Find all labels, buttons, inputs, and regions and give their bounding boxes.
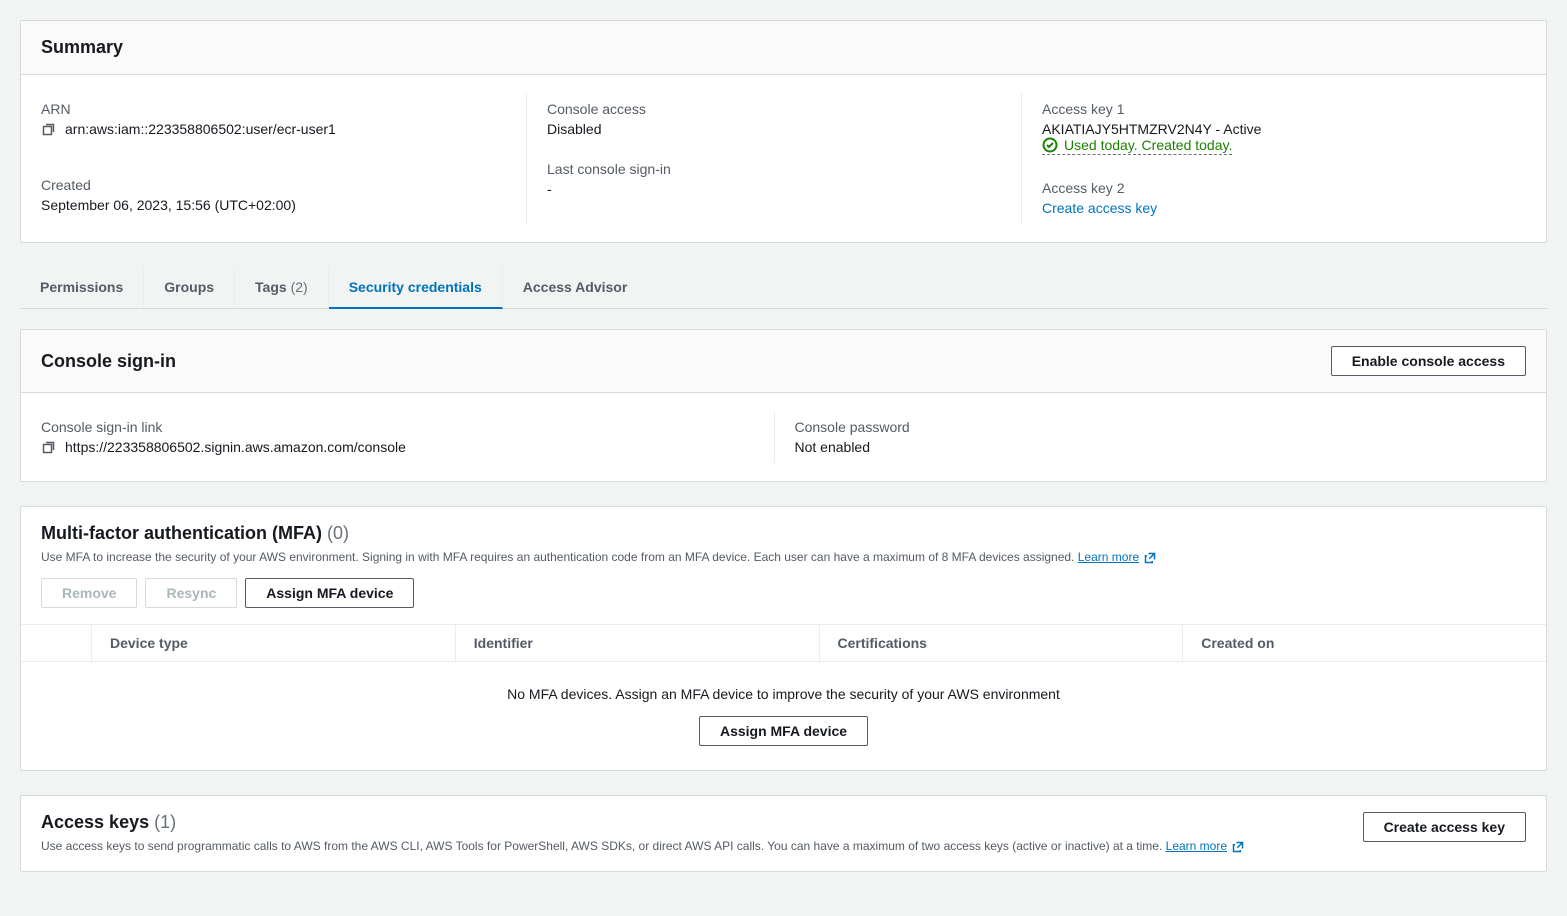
access-keys-learn-more-link[interactable]: Learn more xyxy=(1166,839,1245,853)
access-keys-count: (1) xyxy=(154,812,176,832)
external-link-icon xyxy=(1232,841,1244,853)
summary-title: Summary xyxy=(41,37,123,58)
tab-tags-count: (2) xyxy=(291,279,308,295)
mfa-learn-more-link[interactable]: Learn more xyxy=(1078,550,1157,564)
th-created-on[interactable]: Created on xyxy=(1182,625,1546,661)
last-signin-value: - xyxy=(547,181,1031,197)
th-identifier[interactable]: Identifier xyxy=(455,625,819,661)
access-keys-desc: Use access keys to send programmatic cal… xyxy=(41,837,1244,855)
th-checkbox xyxy=(21,625,91,661)
access-key1-label: Access key 1 xyxy=(1042,101,1526,117)
create-access-key-link[interactable]: Create access key xyxy=(1042,200,1157,216)
access-keys-learn-more-text: Learn more xyxy=(1166,839,1227,853)
tab-advisor[interactable]: Access Advisor xyxy=(503,267,648,308)
tabs: Permissions Groups Tags (2) Security cre… xyxy=(20,267,1547,309)
copy-icon[interactable] xyxy=(41,121,57,137)
last-signin-label: Last console sign-in xyxy=(547,161,1031,177)
created-label: Created xyxy=(41,177,536,193)
access-key2-label: Access key 2 xyxy=(1042,180,1526,196)
access-keys-title: Access keys (1) xyxy=(41,812,1244,833)
access-key1-status-text: Used today. Created today. xyxy=(1064,137,1232,153)
assign-mfa-button[interactable]: Assign MFA device xyxy=(245,578,414,608)
create-access-key-button[interactable]: Create access key xyxy=(1363,812,1526,842)
mfa-desc: Use MFA to increase the security of your… xyxy=(41,548,1526,566)
mfa-table-header: Device type Identifier Certifications Cr… xyxy=(21,624,1546,662)
tab-permissions[interactable]: Permissions xyxy=(20,267,144,308)
resync-button: Resync xyxy=(145,578,237,608)
arn-label: ARN xyxy=(41,101,536,117)
console-password-label: Console password xyxy=(795,419,1527,435)
console-password-value: Not enabled xyxy=(795,439,1527,455)
mfa-empty-msg: No MFA devices. Assign an MFA device to … xyxy=(45,686,1522,702)
signin-link-label: Console sign-in link xyxy=(41,419,784,435)
summary-body: ARN arn:aws:iam::223358806502:user/ecr-u… xyxy=(21,75,1546,242)
th-device-type[interactable]: Device type xyxy=(91,625,455,661)
remove-button: Remove xyxy=(41,578,137,608)
assign-mfa-button-empty[interactable]: Assign MFA device xyxy=(699,716,868,746)
check-circle-icon xyxy=(1042,137,1058,153)
tab-groups[interactable]: Groups xyxy=(144,267,235,308)
mfa-title: Multi-factor authentication (MFA) (0) xyxy=(41,523,1526,544)
access-key1-value: AKIATIAJY5HTMZRV2N4Y - Active xyxy=(1042,121,1526,137)
mfa-empty: No MFA devices. Assign an MFA device to … xyxy=(21,662,1546,770)
console-access-label: Console access xyxy=(547,101,1031,117)
copy-icon[interactable] xyxy=(41,439,57,455)
access-keys-title-text: Access keys xyxy=(41,812,149,832)
external-link-icon xyxy=(1144,552,1156,564)
signin-link-value: https://223358806502.signin.aws.amazon.c… xyxy=(65,439,406,455)
access-keys-desc-text: Use access keys to send programmatic cal… xyxy=(41,839,1162,853)
arn-value: arn:aws:iam::223358806502:user/ecr-user1 xyxy=(65,121,336,137)
created-value: September 06, 2023, 15:56 (UTC+02:00) xyxy=(41,197,536,213)
mfa-panel: Multi-factor authentication (MFA) (0) Us… xyxy=(20,506,1547,771)
access-key1-status: Used today. Created today. xyxy=(1042,137,1232,155)
mfa-count: (0) xyxy=(327,523,349,543)
summary-header: Summary xyxy=(21,21,1546,75)
console-signin-panel: Console sign-in Enable console access Co… xyxy=(20,329,1547,482)
mfa-desc-text: Use MFA to increase the security of your… xyxy=(41,550,1074,564)
mfa-title-text: Multi-factor authentication (MFA) xyxy=(41,523,322,543)
console-signin-title: Console sign-in xyxy=(41,351,176,372)
th-certifications[interactable]: Certifications xyxy=(819,625,1183,661)
mfa-learn-more-text: Learn more xyxy=(1078,550,1139,564)
tab-tags[interactable]: Tags (2) xyxy=(235,267,329,308)
summary-panel: Summary ARN arn:aws:iam::223358806502:us… xyxy=(20,20,1547,243)
tab-tags-label: Tags xyxy=(255,279,287,295)
console-access-value: Disabled xyxy=(547,121,1031,137)
enable-console-access-button[interactable]: Enable console access xyxy=(1331,346,1526,376)
tab-security[interactable]: Security credentials xyxy=(329,267,503,309)
console-signin-header: Console sign-in Enable console access xyxy=(21,330,1546,393)
access-keys-panel: Access keys (1) Use access keys to send … xyxy=(20,795,1547,872)
